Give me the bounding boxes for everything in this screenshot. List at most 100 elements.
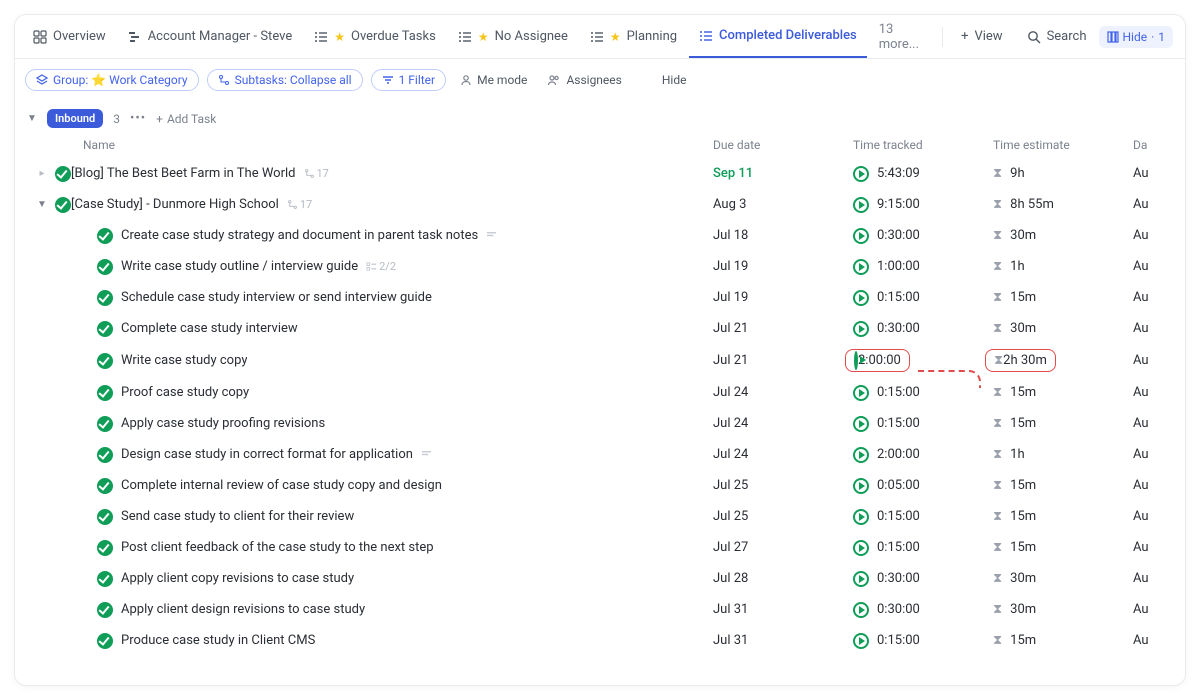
search-button[interactable]: Search: [1017, 29, 1097, 44]
time-tracked-cell[interactable]: 0:15:00: [853, 416, 993, 432]
status-complete-icon[interactable]: [97, 259, 113, 275]
filter-chip[interactable]: 1 Filter: [371, 69, 447, 91]
due-date[interactable]: Jul 25: [713, 509, 853, 524]
subtask-count[interactable]: 17: [287, 198, 312, 211]
time-tracked-cell[interactable]: 0:30:00: [853, 602, 993, 618]
play-icon[interactable]: [853, 478, 869, 494]
time-tracked-cell[interactable]: 5:43:09: [853, 166, 993, 182]
task-row[interactable]: Create case study strategy and document …: [15, 220, 1185, 251]
task-row[interactable]: Post client feedback of the case study t…: [15, 532, 1185, 563]
task-row[interactable]: Apply client design revisions to case st…: [15, 594, 1185, 625]
more-tabs[interactable]: 13 more...: [869, 22, 935, 52]
expand-caret[interactable]: ▸: [37, 168, 47, 179]
status-complete-icon[interactable]: [97, 540, 113, 556]
time-tracked-cell[interactable]: 9:15:00: [853, 197, 993, 213]
hide-columns-chip[interactable]: Hide · 1: [1099, 26, 1174, 48]
status-complete-icon[interactable]: [97, 571, 113, 587]
task-row[interactable]: Proof case study copyJul 240:15:00⧗15mAu: [15, 377, 1185, 408]
col-name[interactable]: Name: [71, 138, 713, 152]
me-mode-toggle[interactable]: Me mode: [454, 70, 533, 90]
time-tracked-cell[interactable]: 2:00:00: [853, 349, 993, 372]
time-estimate-cell[interactable]: ⧗15m: [993, 478, 1133, 493]
time-tracked-cell[interactable]: 0:15:00: [853, 540, 993, 556]
tab-overdue[interactable]: ★ Overdue Tasks: [304, 15, 446, 58]
time-estimate-cell[interactable]: ⧗9h: [993, 166, 1133, 181]
expand-caret[interactable]: ▼: [37, 199, 47, 210]
due-date[interactable]: Jul 19: [713, 259, 853, 274]
group-menu[interactable]: •••: [130, 111, 146, 126]
play-icon[interactable]: [853, 633, 869, 649]
play-icon[interactable]: [853, 416, 869, 432]
col-da[interactable]: Da: [1133, 138, 1173, 152]
due-date[interactable]: Jul 19: [713, 290, 853, 305]
time-estimate-cell[interactable]: ⧗15m: [993, 633, 1133, 648]
status-complete-icon[interactable]: [97, 353, 113, 369]
status-complete-icon[interactable]: [97, 602, 113, 618]
time-tracked-cell[interactable]: 0:15:00: [853, 385, 993, 401]
due-date[interactable]: Jul 31: [713, 633, 853, 648]
time-tracked-cell[interactable]: 1:00:00: [853, 259, 993, 275]
assignees-toggle[interactable]: Assignees: [541, 70, 627, 90]
time-estimate-cell[interactable]: ⧗30m: [993, 321, 1133, 336]
time-tracked-cell[interactable]: 0:15:00: [853, 290, 993, 306]
play-icon[interactable]: [854, 351, 858, 370]
tab-planning[interactable]: ★ Planning: [580, 15, 687, 58]
task-row[interactable]: ▸[Blog] The Best Beet Farm in The World1…: [15, 158, 1185, 189]
due-date[interactable]: Jul 28: [713, 571, 853, 586]
time-estimate-cell[interactable]: ⧗1h: [993, 259, 1133, 274]
tab-no-assignee[interactable]: ★ No Assignee: [448, 15, 578, 58]
status-complete-icon[interactable]: [55, 166, 71, 182]
task-row[interactable]: Complete internal review of case study c…: [15, 470, 1185, 501]
due-date[interactable]: Aug 3: [713, 197, 853, 212]
tab-overview[interactable]: Overview: [23, 15, 116, 58]
time-estimate-cell[interactable]: ⧗30m: [993, 571, 1133, 586]
status-complete-icon[interactable]: [97, 633, 113, 649]
play-icon[interactable]: [853, 197, 869, 213]
col-due[interactable]: Due date: [713, 138, 853, 152]
due-date[interactable]: Jul 27: [713, 540, 853, 555]
play-icon[interactable]: [853, 259, 869, 275]
play-icon[interactable]: [853, 385, 869, 401]
task-row[interactable]: Produce case study in Client CMSJul 310:…: [15, 625, 1185, 656]
time-tracked-cell[interactable]: 0:15:00: [853, 633, 993, 649]
due-date[interactable]: Jul 21: [713, 353, 853, 368]
time-estimate-cell[interactable]: ⧗15m: [993, 509, 1133, 524]
task-row[interactable]: Design case study in correct format for …: [15, 439, 1185, 470]
task-row[interactable]: Send case study to client for their revi…: [15, 501, 1185, 532]
due-date[interactable]: Jul 18: [713, 228, 853, 243]
status-complete-icon[interactable]: [97, 290, 113, 306]
status-complete-icon[interactable]: [97, 509, 113, 525]
time-tracked-cell[interactable]: 0:15:00: [853, 509, 993, 525]
time-estimate-cell[interactable]: ⧗2h 30m: [993, 349, 1133, 372]
due-date[interactable]: Jul 21: [713, 321, 853, 336]
play-icon[interactable]: [853, 602, 869, 618]
time-tracked-cell[interactable]: 0:30:00: [853, 571, 993, 587]
checklist-count[interactable]: 2/2: [366, 260, 396, 273]
task-row[interactable]: Apply case study proofing revisionsJul 2…: [15, 408, 1185, 439]
time-estimate-cell[interactable]: ⧗30m: [993, 602, 1133, 617]
task-row[interactable]: ▼[Case Study] - Dunmore High School17Aug…: [15, 189, 1185, 220]
status-complete-icon[interactable]: [97, 385, 113, 401]
task-row[interactable]: Complete case study interviewJul 210:30:…: [15, 313, 1185, 344]
group-badge[interactable]: Inbound: [47, 109, 103, 128]
tab-completed-deliverables[interactable]: Completed Deliverables: [689, 15, 867, 58]
time-estimate-cell[interactable]: ⧗8h 55m: [993, 197, 1133, 212]
play-icon[interactable]: [853, 166, 869, 182]
play-icon[interactable]: [853, 447, 869, 463]
task-row[interactable]: Schedule case study interview or send in…: [15, 282, 1185, 313]
time-tracked-cell[interactable]: 0:30:00: [853, 321, 993, 337]
status-complete-icon[interactable]: [97, 321, 113, 337]
play-icon[interactable]: [853, 290, 869, 306]
due-date[interactable]: Jul 31: [713, 602, 853, 617]
time-tracked-cell[interactable]: 0:30:00: [853, 228, 993, 244]
group-collapse-caret[interactable]: ▼: [27, 113, 37, 124]
task-row[interactable]: Apply client copy revisions to case stud…: [15, 563, 1185, 594]
time-estimate-cell[interactable]: ⧗15m: [993, 416, 1133, 431]
col-tracked[interactable]: Time tracked: [853, 138, 993, 152]
task-row[interactable]: Write case study copyJul 212:00:00⧗2h 30…: [15, 344, 1185, 377]
add-task-button[interactable]: + Add Task: [156, 112, 216, 126]
due-date[interactable]: Jul 24: [713, 447, 853, 462]
time-estimate-cell[interactable]: ⧗30m: [993, 228, 1133, 243]
status-complete-icon[interactable]: [97, 416, 113, 432]
status-complete-icon[interactable]: [97, 447, 113, 463]
